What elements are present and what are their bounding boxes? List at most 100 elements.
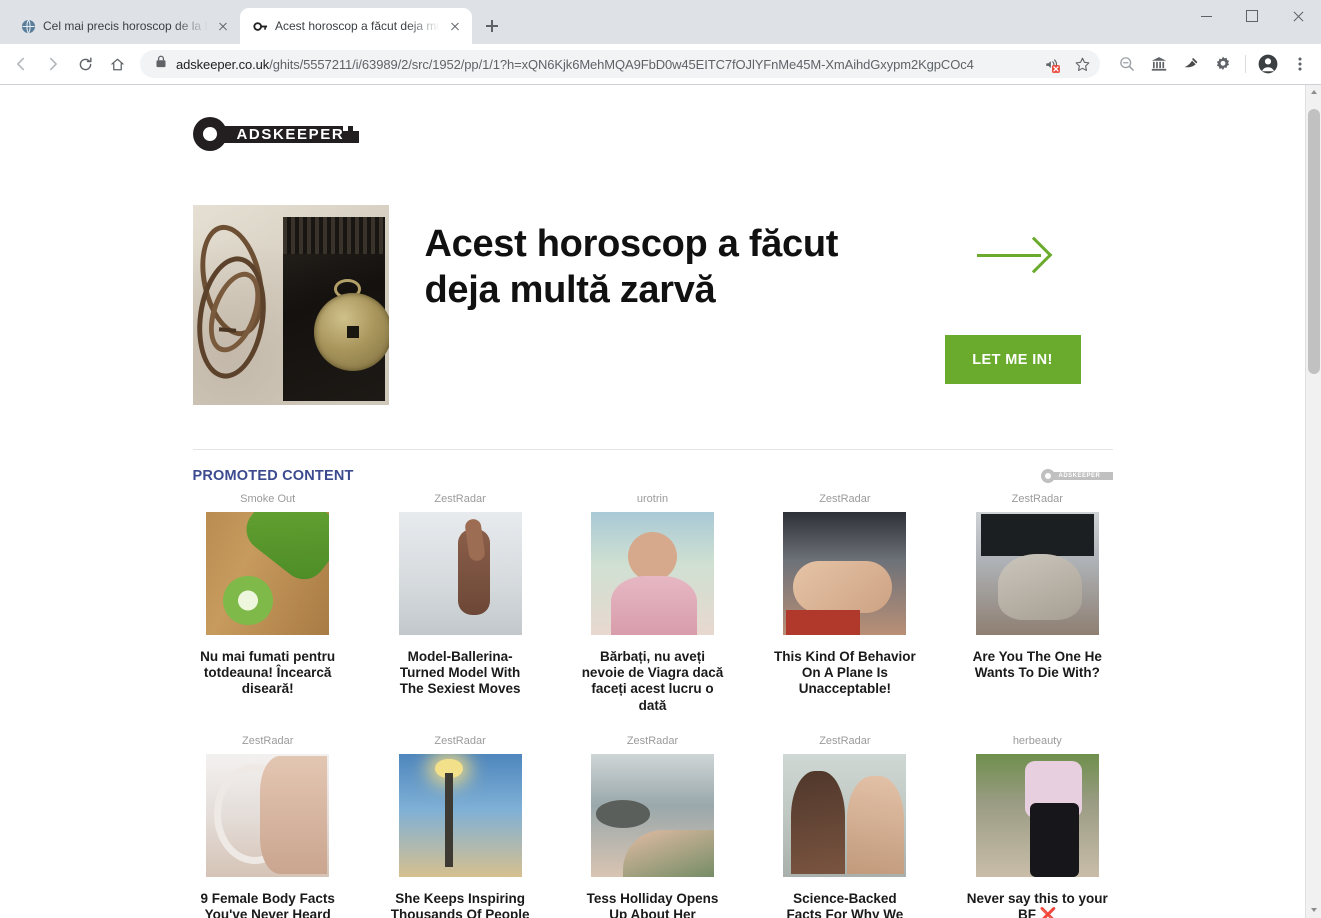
- logo-text: ADSKEEPER: [236, 126, 345, 143]
- card-source: ZestRadar: [819, 734, 871, 747]
- card-thumbnail[interactable]: [398, 512, 522, 635]
- browser-toolbar: adskeeper.co.uk/ghits/5557211/i/63989/2/…: [0, 44, 1321, 84]
- reload-icon[interactable]: [70, 49, 100, 79]
- close-window-button[interactable]: [1275, 0, 1321, 32]
- url-host: adskeeper.co.uk: [176, 56, 270, 72]
- home-icon[interactable]: [102, 49, 132, 79]
- promoted-card[interactable]: ZestRadar She Keeps Inspiring Thousands …: [385, 734, 535, 918]
- card-thumbnail[interactable]: [590, 753, 714, 877]
- maximize-button[interactable]: [1229, 0, 1275, 32]
- tab-strip: Cel mai precis horoscop de la DO Acest h…: [8, 0, 1321, 44]
- settings-gear-icon[interactable]: [1208, 49, 1238, 79]
- title-bar: Cel mai precis horoscop de la DO Acest h…: [0, 0, 1321, 44]
- promoted-card[interactable]: ZestRadar Science-Backed Facts For Why W…: [770, 734, 920, 918]
- tab-title: Cel mai precis horoscop de la DO: [43, 19, 208, 33]
- browser-window: Cel mai precis horoscop de la DO Acest h…: [0, 0, 1321, 918]
- card-thumbnail[interactable]: [398, 753, 522, 877]
- card-title: Tess Holliday Opens Up About Her Sexuali…: [586, 890, 719, 918]
- adskeeper-badge-icon[interactable]: ADSKEEPER: [1040, 469, 1113, 483]
- lock-icon: [155, 55, 167, 73]
- cord-graphic: [192, 217, 282, 393]
- card-title: Science-Backed Facts For Why We Kiss: [786, 890, 904, 918]
- key-logo-icon: ADSKEEPER: [192, 117, 359, 151]
- section-divider: [192, 449, 1113, 450]
- promoted-card[interactable]: ZestRadar This Kind Of Behavior On A Pla…: [770, 492, 920, 726]
- promoted-card[interactable]: urotrin Bărbați, nu aveți nevoie de Viag…: [577, 492, 727, 726]
- card-source: ZestRadar: [242, 734, 294, 747]
- card-source: Smoke Out: [240, 493, 296, 505]
- scroll-up-arrow-icon[interactable]: [1306, 85, 1321, 101]
- card-thumbnail[interactable]: [975, 753, 1099, 877]
- new-tab-button[interactable]: [478, 12, 506, 40]
- card-source: ZestRadar: [434, 493, 486, 505]
- card-source: ZestRadar: [434, 734, 486, 747]
- close-icon[interactable]: [447, 18, 463, 34]
- coin-graphic: [314, 293, 389, 371]
- card-title: Bărbați, nu aveți nevoie de Viagra dacă …: [581, 649, 724, 713]
- browser-tab-1[interactable]: Cel mai precis horoscop de la DO: [8, 8, 240, 44]
- page-content: ADSKEEPER Acest horoscop a făcut deja mu…: [192, 85, 1113, 918]
- card-thumbnail[interactable]: [975, 512, 1099, 635]
- globe-icon: [20, 18, 36, 34]
- browser-tab-2[interactable]: Acest horoscop a făcut deja mult: [240, 8, 472, 44]
- toolbar-right-icons: [1108, 49, 1315, 79]
- page-body: ADSKEEPER Acest horoscop a făcut deja mu…: [0, 85, 1305, 918]
- window-controls: [1183, 0, 1321, 44]
- card-title: 9 Female Body Facts You've Never Heard B…: [200, 890, 335, 918]
- promoted-grid-row-2: ZestRadar 9 Female Body Facts You've Nev…: [193, 734, 1113, 918]
- star-icon[interactable]: [1071, 53, 1093, 75]
- toolbar-divider: [1245, 55, 1246, 73]
- hero-cta-block: LET ME IN!: [913, 205, 1113, 384]
- card-title: Never say this to your BF ❌: [966, 890, 1108, 918]
- card-thumbnail[interactable]: [206, 512, 330, 635]
- url-text: adskeeper.co.uk/ghits/5557211/i/63989/2/…: [176, 57, 1031, 72]
- promoted-card[interactable]: herbeauty Never say this to your BF ❌: [962, 734, 1112, 918]
- hero-text-block: Acest horoscop a făcut deja multă zarvă: [389, 205, 913, 314]
- minimize-button[interactable]: [1183, 0, 1229, 32]
- extension-icon[interactable]: [1176, 49, 1206, 79]
- card-thumbnail[interactable]: [206, 753, 330, 877]
- card-thumbnail[interactable]: [783, 512, 907, 635]
- hero-image[interactable]: [192, 205, 389, 405]
- back-arrow-icon[interactable]: [6, 49, 36, 79]
- card-source: ZestRadar: [626, 734, 679, 747]
- card-source: ZestRadar: [819, 493, 871, 505]
- card-source: herbeauty: [1012, 734, 1062, 747]
- badge-text: ADSKEEPER: [1058, 472, 1101, 479]
- address-bar[interactable]: adskeeper.co.uk/ghits/5557211/i/63989/2/…: [140, 50, 1100, 78]
- card-title: Nu mai fumati pentru totdeauna! Încearcă…: [200, 649, 336, 697]
- card-title: Are You The One He Wants To Die With?: [972, 649, 1102, 681]
- promoted-content-header: PROMOTED CONTENT ADSKEEPER: [193, 468, 1113, 484]
- scrollbar-thumb[interactable]: [1308, 109, 1320, 374]
- forward-arrow-icon[interactable]: [38, 49, 68, 79]
- key-icon: [252, 18, 268, 34]
- promoted-content-heading: PROMOTED CONTENT: [192, 468, 354, 484]
- card-title: This Kind Of Behavior On A Plane Is Unac…: [774, 649, 916, 697]
- right-arrow-icon[interactable]: [976, 233, 1052, 277]
- promoted-card[interactable]: ZestRadar Model-Ballerina-Turned Model W…: [385, 492, 535, 726]
- card-title: She Keeps Inspiring Thousands Of People …: [390, 890, 530, 918]
- url-path: /ghits/5557211/i/63989/2/src/1952/pp/1/1…: [269, 56, 974, 72]
- tab-title: Acest horoscop a făcut deja mult: [275, 19, 440, 33]
- scroll-down-arrow-icon[interactable]: [1306, 902, 1321, 918]
- card-thumbnail[interactable]: [783, 753, 907, 877]
- vertical-scrollbar[interactable]: [1305, 85, 1321, 918]
- let-me-in-button[interactable]: LET ME IN!: [944, 335, 1081, 384]
- profile-avatar-icon[interactable]: [1253, 49, 1283, 79]
- zoom-out-icon[interactable]: [1112, 49, 1142, 79]
- sound-blocked-icon[interactable]: [1040, 53, 1062, 75]
- page-viewport: ADSKEEPER Acest horoscop a făcut deja mu…: [0, 84, 1321, 918]
- page-title: Acest horoscop a făcut deja multă zarvă: [424, 223, 839, 312]
- hero-section: Acest horoscop a făcut deja multă zarvă …: [192, 205, 1113, 405]
- promoted-card[interactable]: Smoke Out Nu mai fumati pentru totdeauna…: [193, 492, 343, 726]
- promoted-grid-row-1: Smoke Out Nu mai fumati pentru totdeauna…: [193, 492, 1113, 726]
- bank-icon[interactable]: [1144, 49, 1174, 79]
- card-source: urotrin: [636, 493, 669, 505]
- adskeeper-logo: ADSKEEPER: [192, 115, 359, 153]
- card-thumbnail[interactable]: [590, 512, 714, 635]
- chrome-menu-icon[interactable]: [1285, 49, 1315, 79]
- close-icon[interactable]: [215, 18, 231, 34]
- promoted-card[interactable]: ZestRadar 9 Female Body Facts You've Nev…: [193, 734, 343, 918]
- promoted-card[interactable]: ZestRadar Tess Holliday Opens Up About H…: [577, 734, 727, 918]
- promoted-card[interactable]: ZestRadar Are You The One He Wants To Di…: [962, 492, 1112, 726]
